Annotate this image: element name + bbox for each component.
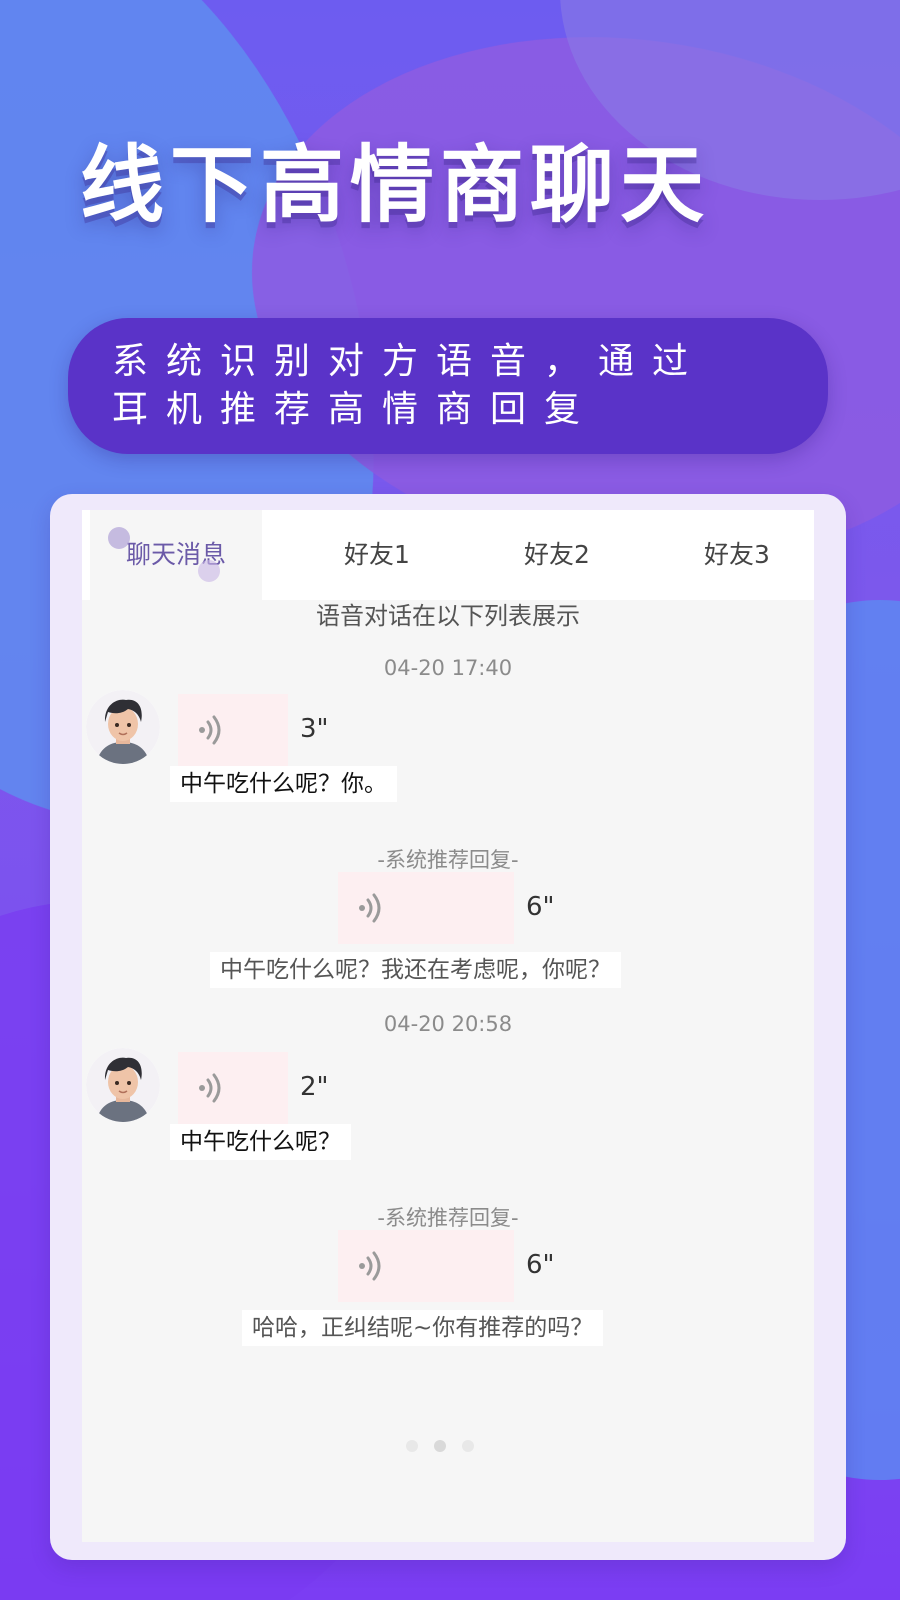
banner-text: 系统识别对方语音，通过 耳机推荐高情商回复 <box>112 338 792 434</box>
voice-message[interactable] <box>178 694 288 766</box>
voice-wave-icon <box>359 893 381 923</box>
voice-wave-icon <box>199 1073 221 1103</box>
chat-screen: 聊天消息 好友1 好友2 好友3 语音对话在以下列表展示 04-20 17:40… <box>82 510 814 1542</box>
message-text: 中午吃什么呢？ <box>170 1124 351 1160</box>
voice-message[interactable] <box>178 1052 288 1124</box>
voice-wave-icon <box>199 715 221 745</box>
recommended-voice-message[interactable] <box>338 1230 514 1302</box>
chat-subtitle: 语音对话在以下列表展示 <box>316 602 580 630</box>
page-dot[interactable] <box>462 1440 474 1452</box>
voice-duration: 3" <box>300 714 329 744</box>
decorative-dot <box>198 560 220 582</box>
feature-banner: 系统识别对方语音，通过 耳机推荐高情商回复 <box>68 318 828 454</box>
tab-chat-messages[interactable]: 聊天消息 <box>90 510 262 600</box>
page-dot[interactable] <box>406 1440 418 1452</box>
banner-line-2: 耳机推荐高情商回复 <box>112 389 599 430</box>
tab-friend-3[interactable]: 好友3 <box>672 510 802 600</box>
voice-duration: 6" <box>526 1250 555 1280</box>
page-dot-active[interactable] <box>434 1440 446 1452</box>
tab-bar: 聊天消息 好友1 好友2 好友3 <box>82 510 814 600</box>
avatar-icon <box>86 690 160 764</box>
banner-line-1: 系统识别对方语音，通过 <box>112 341 707 382</box>
tab-friend-2[interactable]: 好友2 <box>492 510 622 600</box>
decorative-dot <box>108 527 130 549</box>
page-indicator <box>82 1440 814 1456</box>
voice-wave-icon <box>359 1251 381 1281</box>
system-recommend-label: -系统推荐回复- <box>377 848 519 872</box>
timestamp: 04-20 20:58 <box>383 1012 513 1036</box>
recommended-reply-text: 中午吃什么呢？我还在考虑呢，你呢？ <box>210 952 621 988</box>
message-text: 中午吃什么呢？你。 <box>170 766 397 802</box>
system-recommend-label: -系统推荐回复- <box>377 1206 519 1230</box>
recommended-reply-text: 哈哈，正纠结呢~你有推荐的吗？ <box>242 1310 604 1346</box>
timestamp: 04-20 17:40 <box>383 656 513 680</box>
recommended-voice-message[interactable] <box>338 872 514 944</box>
avatar-icon <box>86 1048 160 1122</box>
tab-friend-1[interactable]: 好友1 <box>312 510 442 600</box>
page-title: 线下高情商聊天 <box>80 136 711 234</box>
voice-duration: 6" <box>526 892 555 922</box>
voice-duration: 2" <box>300 1072 329 1102</box>
